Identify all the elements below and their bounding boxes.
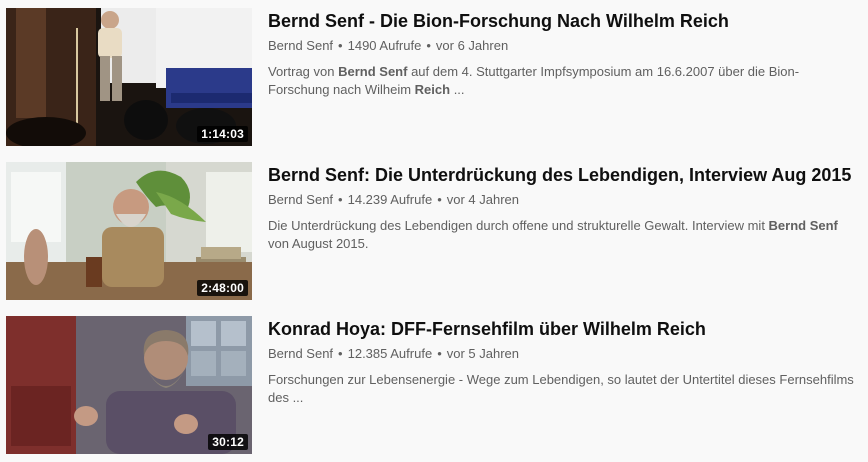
video-description: Forschungen zur Lebensenergie - Wege zum… [268, 371, 860, 407]
video-description: Die Unterdrückung des Lebendigen durch o… [268, 217, 860, 253]
video-meta: Bernd Senf - Die Bion-Forschung Nach Wil… [268, 8, 860, 99]
video-result-item[interactable]: 2:48:00 Bernd Senf: Die Unterdrückung de… [0, 162, 868, 302]
description-highlight: Bernd Senf [768, 218, 838, 233]
video-byline: Bernd Senf • 14.239 Aufrufe • vor 4 Jahren [268, 191, 860, 209]
video-meta: Konrad Hoya: DFF-Fernsehfilm über Wilhel… [268, 316, 860, 407]
description-text: Die Unterdrückung des Lebendigen durch o… [268, 218, 769, 233]
video-duration: 1:14:03 [197, 126, 248, 142]
video-title[interactable]: Bernd Senf: Die Unterdrückung des Lebend… [268, 162, 860, 187]
description-text: von August 2015. [268, 236, 369, 251]
byline-separator: • [338, 346, 343, 361]
upload-age: vor 5 Jahren [446, 346, 520, 361]
byline-separator: • [338, 38, 343, 53]
video-thumbnail[interactable]: 1:14:03 [6, 8, 252, 146]
video-title[interactable]: Bernd Senf - Die Bion-Forschung Nach Wil… [268, 8, 860, 33]
view-count: 12.385 Aufrufe [347, 346, 433, 361]
description-text: Vortrag von [268, 64, 339, 79]
video-description: Vortrag von Bernd Senf auf dem 4. Stuttg… [268, 63, 860, 99]
video-duration: 30:12 [208, 434, 248, 450]
video-results-list: 1:14:03 Bernd Senf - Die Bion-Forschung … [0, 0, 868, 462]
video-result-item[interactable]: 1:14:03 Bernd Senf - Die Bion-Forschung … [0, 8, 868, 148]
channel-name-link[interactable]: Bernd Senf [268, 346, 333, 361]
description-highlight: Bernd Senf [338, 64, 408, 79]
view-count: 1490 Aufrufe [347, 38, 422, 53]
byline-separator: • [437, 346, 442, 361]
upload-age: vor 4 Jahren [446, 192, 520, 207]
description-text: ... [450, 82, 465, 97]
video-thumbnail[interactable]: 30:12 [6, 316, 252, 454]
video-duration: 2:48:00 [197, 280, 248, 296]
byline-separator: • [338, 192, 343, 207]
video-meta: Bernd Senf: Die Unterdrückung des Lebend… [268, 162, 860, 253]
video-byline: Bernd Senf • 1490 Aufrufe • vor 6 Jahren [268, 37, 860, 55]
description-highlight: Reich [414, 82, 451, 97]
video-result-item[interactable]: 30:12 Konrad Hoya: DFF-Fernsehfilm über … [0, 316, 868, 456]
upload-age: vor 6 Jahren [435, 38, 509, 53]
byline-separator: • [426, 38, 431, 53]
video-title[interactable]: Konrad Hoya: DFF-Fernsehfilm über Wilhel… [268, 316, 860, 341]
channel-name-link[interactable]: Bernd Senf [268, 38, 333, 53]
video-byline: Bernd Senf • 12.385 Aufrufe • vor 5 Jahren [268, 345, 860, 363]
video-thumbnail[interactable]: 2:48:00 [6, 162, 252, 300]
view-count: 14.239 Aufrufe [347, 192, 433, 207]
byline-separator: • [437, 192, 442, 207]
channel-name-link[interactable]: Bernd Senf [268, 192, 333, 207]
description-text: Forschungen zur Lebensenergie - Wege zum… [268, 372, 854, 405]
